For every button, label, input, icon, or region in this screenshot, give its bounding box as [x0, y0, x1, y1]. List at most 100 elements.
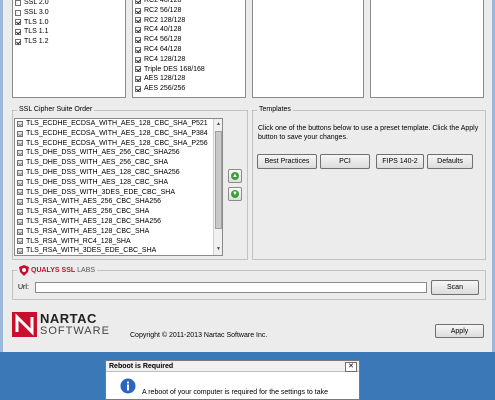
scroll-down-icon[interactable]: ▼	[215, 245, 222, 253]
suite-label: TLS_RSA_WITH_RC4_128_SHA	[26, 237, 131, 245]
cipher-item[interactable]: RC2 128/128	[135, 16, 205, 26]
suite-checkbox[interactable]	[17, 169, 23, 176]
logo-line-2: SOFTWARE	[40, 324, 110, 337]
suite-item[interactable]: TLS_RSA_WITH_AES_128_CBC_SHA256	[17, 217, 208, 227]
suite-label: TLS_DHE_DSS_WITH_AES_128_CBC_SHA256	[26, 168, 180, 176]
cipher-checkbox[interactable]	[135, 17, 141, 24]
suite-label: TLS_ECDHE_ECDSA_WITH_AES_128_CBC_SHA_P38…	[26, 129, 208, 137]
suite-checkbox[interactable]	[17, 228, 23, 235]
protocol-checkbox[interactable]	[15, 19, 21, 26]
qualys-logo: QUALYS SSL LABS	[17, 265, 98, 276]
suite-item[interactable]: TLS_RSA_WITH_AES_256_CBC_SHA256	[17, 197, 208, 207]
cipher-item[interactable]: RC2 56/128	[135, 6, 205, 16]
suite-item[interactable]: TLS_RSA_WITH_3DES_EDE_CBC_SHA	[17, 246, 208, 255]
suite-checkbox[interactable]	[17, 199, 23, 206]
pci-button[interactable]: PCI	[320, 154, 370, 169]
templates-title: Templates	[257, 106, 293, 113]
protocol-checkbox[interactable]	[15, 9, 21, 16]
qualys-brand-1: QUALYS	[31, 267, 60, 274]
cipher-checkbox[interactable]	[135, 66, 141, 73]
suite-item[interactable]: TLS_ECDHE_ECDSA_WITH_AES_128_CBC_SHA_P38…	[17, 129, 208, 139]
suite-item[interactable]: TLS_DHE_DSS_WITH_AES_256_CBC_SHA	[17, 158, 208, 168]
suite-checkbox[interactable]	[17, 179, 23, 186]
dialog-message: A reboot of your computer is required fo…	[142, 389, 328, 396]
protocol-item[interactable]: SSL 2.0	[15, 0, 49, 8]
dialog-close-button[interactable]: ✕	[345, 362, 357, 372]
suite-checkbox[interactable]	[17, 150, 23, 157]
cipher-checkbox[interactable]	[135, 56, 141, 63]
suite-checkbox[interactable]	[17, 189, 23, 196]
protocol-checkbox[interactable]	[15, 0, 21, 6]
defaults-button[interactable]: Defaults	[427, 154, 473, 169]
suite-checkbox[interactable]	[17, 248, 23, 255]
cipher-item[interactable]: AES 256/256	[135, 84, 205, 94]
cipher-checkbox[interactable]	[135, 76, 141, 83]
protocol-item[interactable]: SSL 3.0	[15, 8, 49, 18]
scan-button[interactable]: Scan	[431, 280, 479, 295]
cipher-item[interactable]: RC4 56/128	[135, 35, 205, 45]
cipher-label: AES 256/256	[144, 85, 186, 93]
suite-checkbox[interactable]	[17, 140, 23, 147]
cipher-suite-order-title: SSL Cipher Suite Order	[17, 106, 95, 113]
suite-item[interactable]: TLS_DHE_DSS_WITH_AES_128_CBC_SHA	[17, 178, 208, 188]
cipher-item[interactable]: RC4 40/128	[135, 25, 205, 35]
suite-checkbox[interactable]	[17, 218, 23, 225]
suite-label: TLS_DHE_DSS_WITH_AES_256_CBC_SHA	[26, 159, 169, 167]
suite-item[interactable]: TLS_DHE_DSS_WITH_AES_256_CBC_SHA256	[17, 148, 208, 158]
suite-item[interactable]: TLS_RSA_WITH_AES_256_CBC_SHA	[17, 207, 208, 217]
cipher-checkbox[interactable]	[135, 37, 141, 44]
copyright-text: Copyright © 2011-2013 Nartac Software In…	[130, 332, 268, 339]
cipher-suite-scrollbar[interactable]: ▲ ▼	[213, 119, 222, 255]
cipher-label: RC4 56/128	[144, 36, 182, 44]
cipher-checkbox[interactable]	[135, 27, 141, 34]
suite-item[interactable]: TLS_RSA_WITH_RC4_128_SHA	[17, 237, 208, 247]
protocol-item[interactable]: TLS 1.2	[15, 37, 49, 47]
suite-item[interactable]: TLS_ECDHE_ECDSA_WITH_AES_128_CBC_SHA_P52…	[17, 119, 208, 129]
key-exchanges-panel	[370, 0, 484, 98]
protocol-item[interactable]: TLS 1.0	[15, 18, 49, 28]
arrow-up-icon: ▲	[231, 172, 239, 180]
main-window: SSL 2.0 SSL 3.0 TLS 1.0 TLS 1.1 TLS 1.2 RC2 …	[0, 0, 495, 352]
scroll-up-icon[interactable]: ▲	[215, 120, 222, 128]
cipher-checkbox[interactable]	[135, 86, 141, 93]
cipher-label: Triple DES 168/168	[144, 65, 205, 73]
cipher-suite-list[interactable]: TLS_ECDHE_ECDSA_WITH_AES_128_CBC_SHA_P52…	[14, 118, 223, 256]
protocol-checkbox[interactable]	[15, 29, 21, 36]
suite-checkbox[interactable]	[17, 120, 23, 127]
suite-checkbox[interactable]	[17, 160, 23, 167]
suite-label: TLS_RSA_WITH_AES_256_CBC_SHA256	[26, 198, 162, 206]
cipher-item[interactable]: RC4 128/128	[135, 55, 205, 65]
fips-button[interactable]: FIPS 140-2	[376, 154, 424, 169]
reboot-dialog: Reboot is Required ✕ A reboot of your co…	[105, 360, 360, 400]
cipher-item[interactable]: Triple DES 168/168	[135, 65, 205, 75]
protocols-list: SSL 2.0 SSL 3.0 TLS 1.0 TLS 1.1 TLS 1.2	[15, 0, 49, 47]
scrollbar-thumb[interactable]	[215, 131, 222, 229]
suite-item[interactable]: TLS_ECDHE_ECDSA_WITH_AES_128_CBC_SHA_P25…	[17, 139, 208, 149]
cipher-checkbox[interactable]	[135, 46, 141, 53]
suite-label: TLS_DHE_DSS_WITH_AES_256_CBC_SHA256	[26, 149, 180, 157]
url-label: Url:	[18, 284, 29, 291]
best-practices-button[interactable]: Best Practices	[257, 154, 317, 169]
suite-label: TLS_DHE_DSS_WITH_AES_128_CBC_SHA	[26, 178, 169, 186]
suite-checkbox[interactable]	[17, 130, 23, 137]
suite-checkbox[interactable]	[17, 209, 23, 216]
apply-button[interactable]: Apply	[435, 324, 484, 338]
nartac-logo: NARTAC SOFTWARE	[12, 312, 110, 337]
qualys-brand-3: LABS	[77, 267, 96, 274]
suite-item[interactable]: TLS_DHE_DSS_WITH_AES_128_CBC_SHA256	[17, 168, 208, 178]
cipher-checkbox[interactable]	[135, 7, 141, 14]
url-input[interactable]	[35, 282, 427, 293]
suite-item[interactable]: TLS_DHE_DSS_WITH_3DES_EDE_CBC_SHA	[17, 188, 208, 198]
templates-description: Click one of the buttons below to use a …	[258, 125, 479, 141]
move-down-button[interactable]: ▼	[228, 187, 242, 201]
protocol-checkbox[interactable]	[15, 39, 21, 46]
cipher-item[interactable]: AES 128/128	[135, 74, 205, 84]
protocol-label: TLS 1.2	[24, 38, 49, 46]
suite-checkbox[interactable]	[17, 238, 23, 245]
move-up-button[interactable]: ▲	[228, 169, 242, 183]
suite-label: TLS_ECDHE_ECDSA_WITH_AES_128_CBC_SHA_P52…	[26, 120, 208, 127]
cipher-item[interactable]: RC4 64/128	[135, 45, 205, 55]
suite-item[interactable]: TLS_RSA_WITH_AES_128_CBC_SHA	[17, 227, 208, 237]
cipher-checkbox[interactable]	[135, 0, 141, 4]
protocol-item[interactable]: TLS 1.1	[15, 27, 49, 37]
